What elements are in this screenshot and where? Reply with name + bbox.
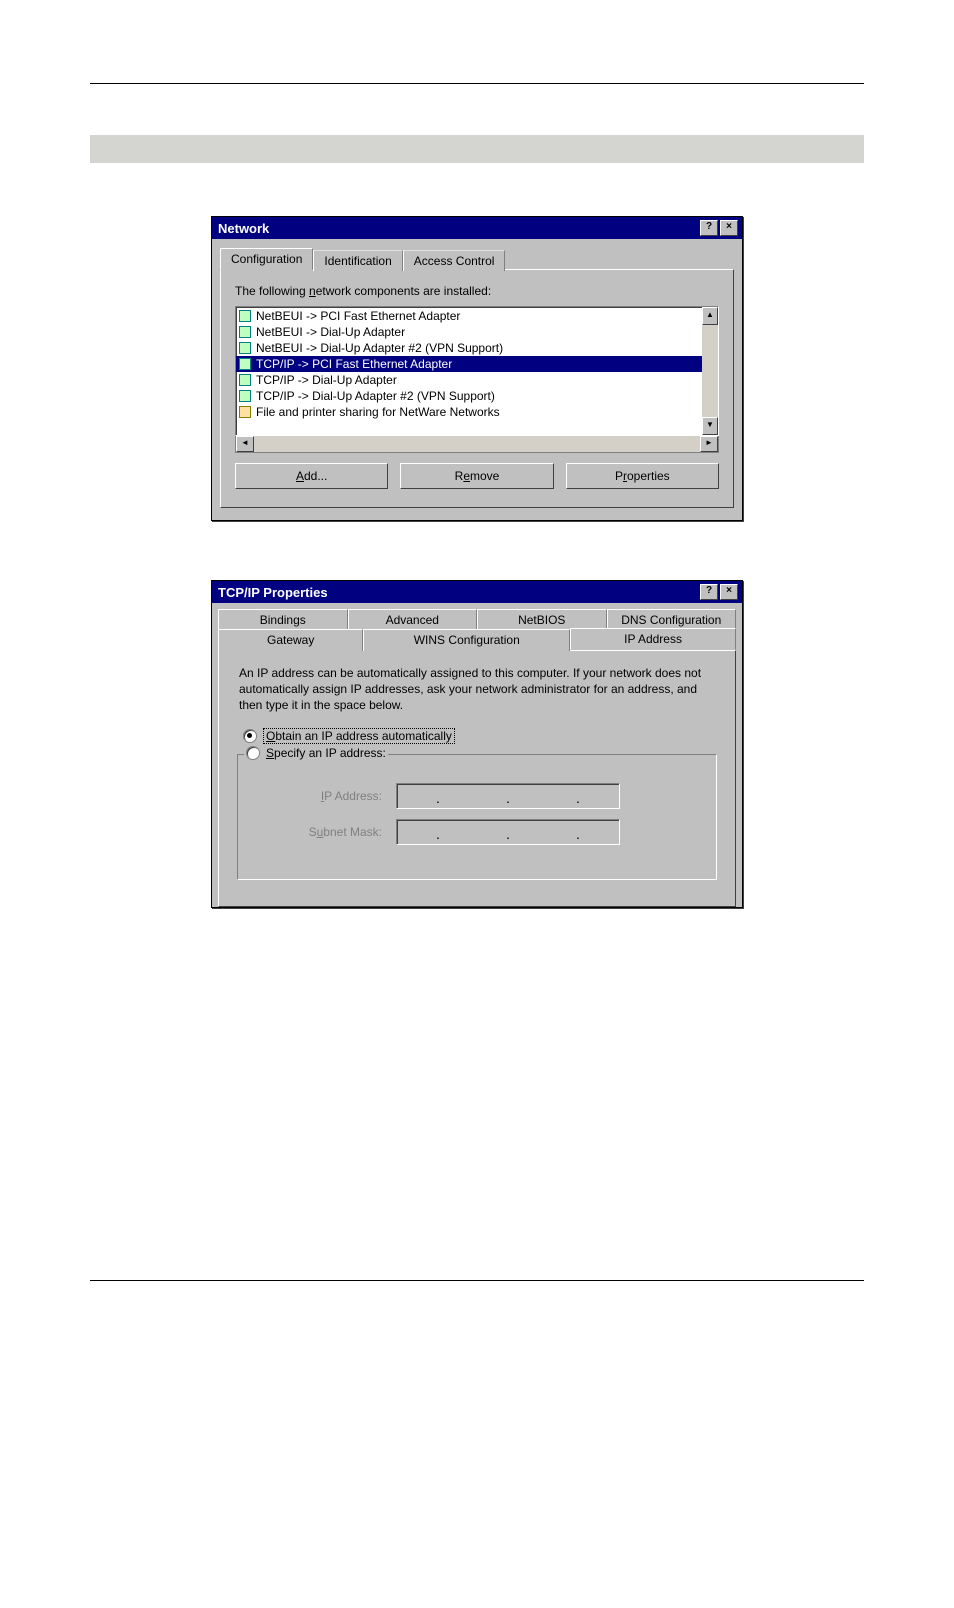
radio-specify-label[interactable]: Specify an IP address: bbox=[266, 746, 386, 760]
list-item[interactable]: NetBEUI -> PCI Fast Ethernet Adapter bbox=[236, 308, 718, 324]
bottom-rule bbox=[90, 1280, 864, 1281]
intro-bullet: • Verify that 'Client for Microsoft Netw… bbox=[90, 102, 864, 117]
scroll-down-icon[interactable]: ▼ bbox=[702, 417, 718, 435]
mid-step: Click the IP Address tab and select Obta… bbox=[90, 551, 864, 566]
network-dialog: Network ? × Configuration Identification… bbox=[211, 216, 743, 521]
network-title: Network bbox=[218, 221, 269, 236]
tab-advanced[interactable]: Advanced bbox=[348, 609, 478, 630]
tab-ip-address[interactable]: IP Address bbox=[570, 628, 736, 650]
components-label: The following network components are ins… bbox=[235, 284, 719, 298]
protocol-icon bbox=[238, 325, 252, 339]
after-steps: Click the Gateway tab and remove any ins… bbox=[90, 938, 864, 968]
close-button[interactable]: × bbox=[720, 584, 738, 600]
tab-access-control[interactable]: Access Control bbox=[403, 250, 506, 271]
tab-configuration[interactable]: Configuration bbox=[220, 248, 313, 270]
scrollbar-vertical[interactable]: ▲ ▼ bbox=[702, 307, 718, 435]
tcpip-tabs-front: Gateway WINS Configuration IP Address bbox=[218, 629, 736, 651]
subnet-mask-label: Subnet Mask: bbox=[252, 825, 396, 839]
network-tabs: Configuration Identification Access Cont… bbox=[220, 247, 734, 270]
intro-step: Select the TCP/IP entry for your Etherne… bbox=[90, 187, 864, 202]
tcpip-dialog: TCP/IP Properties ? × Bindings Advanced … bbox=[211, 580, 743, 908]
list-item[interactable]: NetBEUI -> Dial-Up Adapter bbox=[236, 324, 718, 340]
tab-netbios[interactable]: NetBIOS bbox=[477, 609, 607, 630]
list-item-selected[interactable]: TCP/IP -> PCI Fast Ethernet Adapter bbox=[236, 356, 718, 372]
radio-obtain-label: Obtain an IP address automatically bbox=[263, 728, 455, 744]
tcpip-title: TCP/IP Properties bbox=[218, 585, 328, 600]
tcpip-tabs-back: Bindings Advanced NetBIOS DNS Configurat… bbox=[218, 609, 736, 630]
scrollbar-horizontal[interactable]: ◄ ► bbox=[235, 436, 719, 453]
help-button[interactable]: ? bbox=[700, 584, 718, 600]
protocol-icon bbox=[238, 341, 252, 355]
help-button[interactable]: ? bbox=[700, 220, 718, 236]
ip-address-label: IP Address: bbox=[252, 789, 396, 803]
protocol-icon bbox=[238, 309, 252, 323]
protocol-icon bbox=[238, 373, 252, 387]
radio-obtain-auto[interactable]: Obtain an IP address automatically bbox=[243, 728, 735, 744]
footer-right: C-2 bbox=[843, 1299, 864, 1314]
tcpip-titlebar: TCP/IP Properties ? × bbox=[212, 581, 742, 603]
protocol-icon bbox=[238, 357, 252, 371]
scroll-up-icon[interactable]: ▲ bbox=[702, 307, 718, 325]
tab-bindings[interactable]: Bindings bbox=[218, 609, 348, 630]
list-item[interactable]: TCP/IP -> Dial-Up Adapter bbox=[236, 372, 718, 388]
ip-address-input[interactable]: ... bbox=[396, 783, 620, 809]
tab-identification[interactable]: Identification bbox=[313, 250, 402, 271]
protocol-icon bbox=[238, 389, 252, 403]
specify-ip-group: Specify an IP address: IP Address: ... S… bbox=[237, 754, 717, 880]
radio-icon[interactable] bbox=[246, 746, 260, 760]
tab-wins[interactable]: WINS Configuration bbox=[363, 629, 570, 651]
network-titlebar: Network ? × bbox=[212, 217, 742, 239]
ip-description: An IP address can be automatically assig… bbox=[219, 651, 735, 714]
radio-icon bbox=[243, 729, 257, 743]
scroll-right-icon[interactable]: ► bbox=[700, 436, 718, 452]
components-listbox[interactable]: NetBEUI -> PCI Fast Ethernet Adapter Net… bbox=[235, 306, 719, 436]
header-left: Reference Manual for the MR814v2 Cable/D… bbox=[90, 50, 458, 65]
properties-button[interactable]: Properties bbox=[566, 463, 719, 489]
list-item[interactable]: File and printer sharing for NetWare Net… bbox=[236, 404, 718, 420]
add-button[interactable]: Add... bbox=[235, 463, 388, 489]
remove-button[interactable]: Remove bbox=[400, 463, 553, 489]
grey-bar bbox=[90, 135, 864, 163]
tab-gateway[interactable]: Gateway bbox=[218, 629, 363, 651]
tab-dns[interactable]: DNS Configuration bbox=[607, 609, 737, 630]
top-rule bbox=[90, 83, 864, 84]
subnet-mask-input[interactable]: ... bbox=[396, 819, 620, 845]
scroll-left-icon[interactable]: ◄ bbox=[236, 436, 254, 452]
share-icon bbox=[238, 405, 252, 419]
footer-left: Preparing Your Network bbox=[90, 1299, 227, 1314]
close-button[interactable]: × bbox=[720, 220, 738, 236]
list-item[interactable]: TCP/IP -> Dial-Up Adapter #2 (VPN Suppor… bbox=[236, 388, 718, 404]
list-item[interactable]: NetBEUI -> Dial-Up Adapter #2 (VPN Suppo… bbox=[236, 340, 718, 356]
